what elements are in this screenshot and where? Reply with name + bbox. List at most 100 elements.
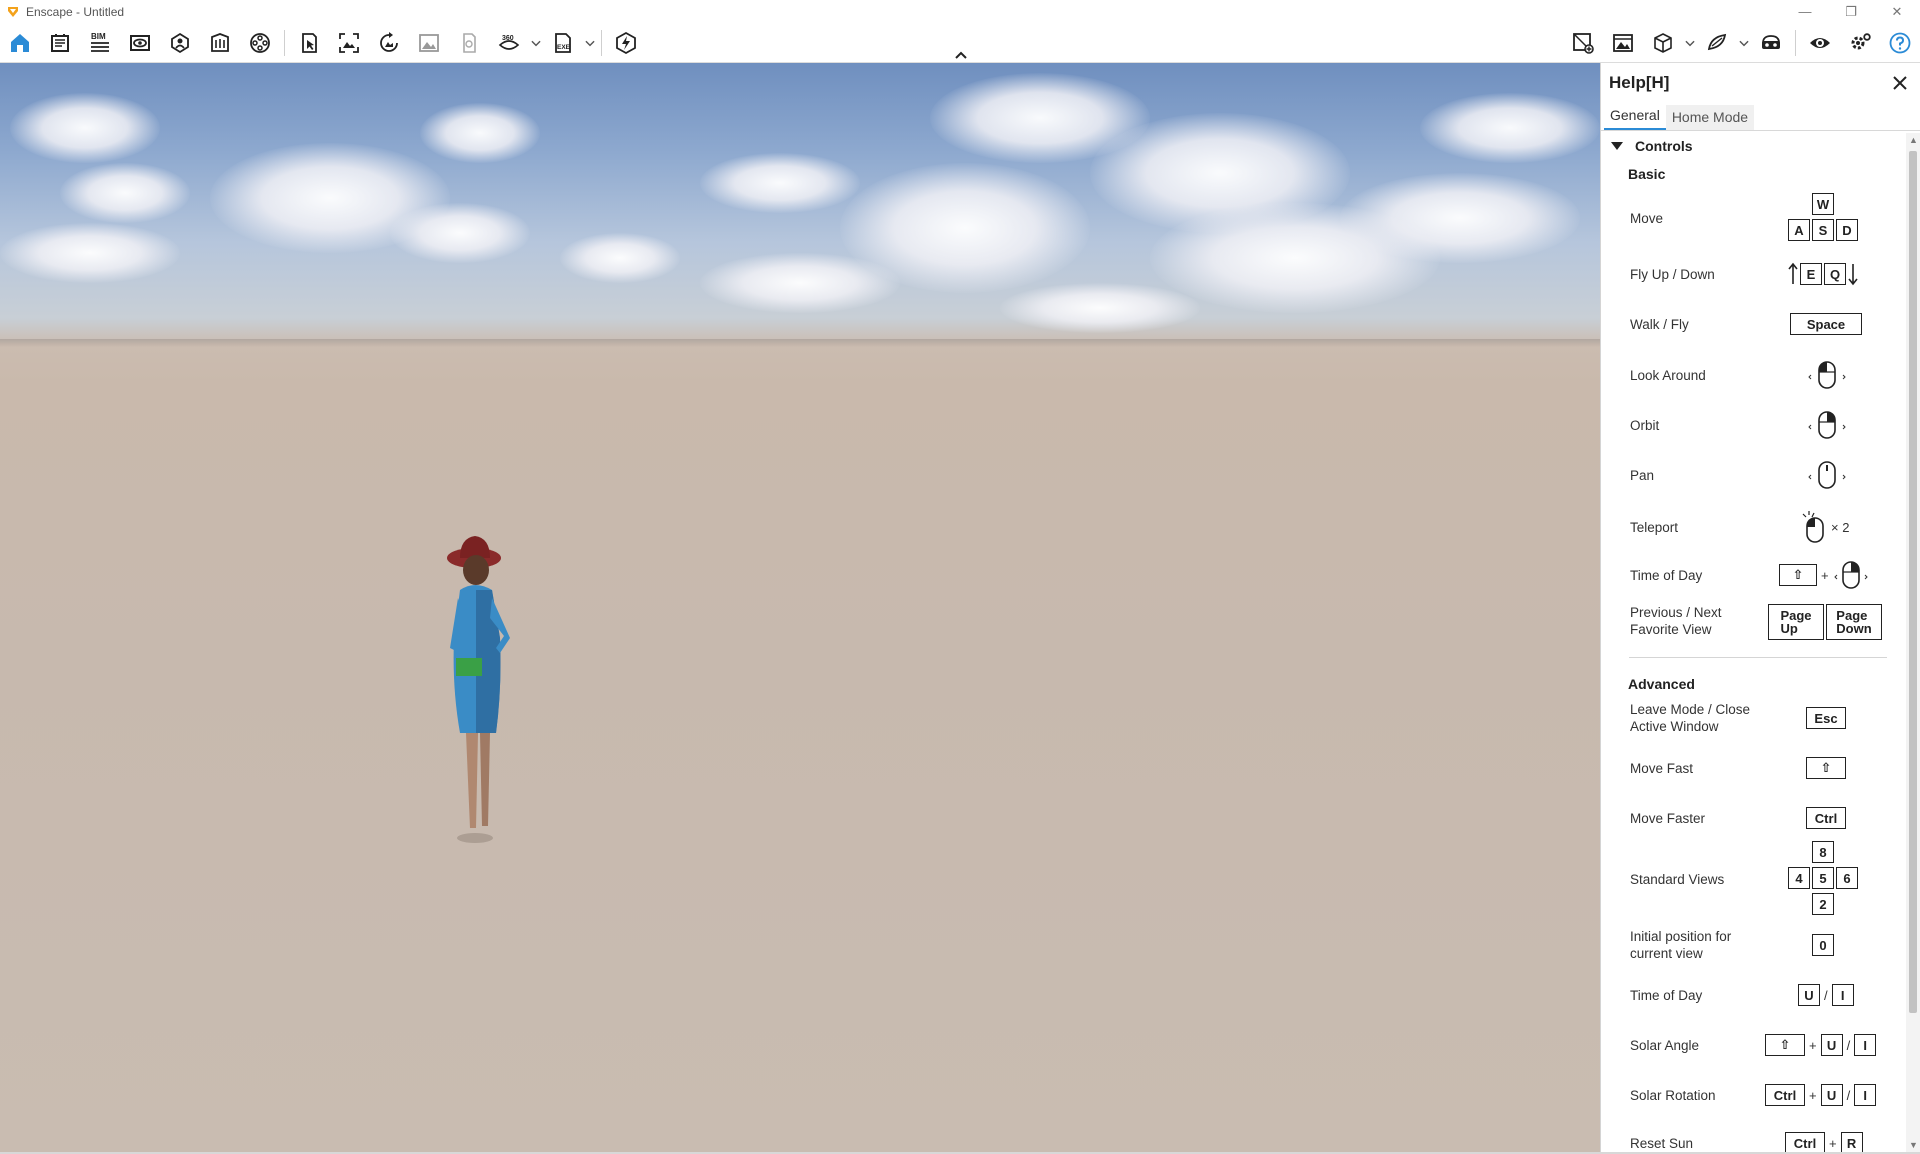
visual-settings-button[interactable]: [1563, 23, 1603, 63]
visibility-button[interactable]: [1800, 23, 1840, 63]
panorama-icon: [463, 33, 476, 53]
asset-library-button[interactable]: [160, 23, 200, 63]
key-e: E: [1800, 263, 1822, 285]
tab-general[interactable]: General: [1604, 107, 1666, 130]
plus-sign: +: [1821, 567, 1829, 583]
key-i: I: [1854, 1034, 1877, 1056]
exe-export-button[interactable]: EXE: [543, 23, 583, 63]
collapse-toolbar-button[interactable]: [950, 48, 972, 62]
right-mouse-drag-icon: [1808, 411, 1846, 439]
arrow-up-icon: [1788, 262, 1798, 284]
chevron-up-icon: [955, 51, 967, 59]
control-row: Time of Day U / I: [1601, 982, 1906, 1008]
image-export-button[interactable]: [409, 23, 449, 63]
key-u: U: [1820, 1084, 1843, 1106]
favorite-view-keys: Page Up Page Down: [1768, 604, 1882, 640]
material-icon: [1707, 33, 1727, 51]
object-button[interactable]: [1643, 23, 1683, 63]
key-ctrl: Ctrl: [1785, 1132, 1825, 1152]
material-dropdown-button[interactable]: [1737, 23, 1751, 63]
cloud: [1000, 283, 1200, 333]
settings-button[interactable]: [1840, 23, 1880, 63]
help-icon: [1889, 32, 1911, 54]
vr-headset-button[interactable]: [1751, 23, 1791, 63]
visibility-icon: [1810, 38, 1830, 48]
panorama-button[interactable]: [449, 23, 489, 63]
control-label: Move Faster: [1630, 810, 1706, 826]
control-row: Pan: [1601, 460, 1906, 490]
slash-separator: /: [1846, 1087, 1851, 1103]
help-header: Help[H]: [1601, 63, 1920, 103]
home-button[interactable]: [0, 23, 40, 63]
control-label: Reset Sun: [1630, 1135, 1694, 1151]
scroll-up-icon[interactable]: ▲: [1909, 135, 1918, 145]
batch-render-button[interactable]: [369, 23, 409, 63]
key-i: I: [1854, 1084, 1877, 1106]
cloud: [420, 103, 540, 163]
scroll-down-icon[interactable]: ▼: [1909, 1140, 1918, 1150]
screenshot-button[interactable]: [329, 23, 369, 63]
live-update-button[interactable]: [606, 23, 646, 63]
lightning-icon: [616, 31, 636, 55]
window-title: Enscape - Untitled: [26, 4, 125, 19]
control-label: Solar Rotation: [1630, 1087, 1716, 1103]
render-view-button[interactable]: [1603, 23, 1643, 63]
screenshot-icon: [339, 33, 359, 53]
left-mouse-drag-icon: [1808, 361, 1846, 389]
basic-heading: Basic: [1628, 166, 1666, 182]
control-label: Previous / Next Favorite View: [1630, 605, 1722, 637]
render-viewport[interactable]: [0, 63, 1600, 1152]
settings-icon: [1851, 33, 1871, 50]
controls-section-toggle[interactable]: Controls: [1601, 133, 1906, 159]
tab-home-mode[interactable]: Home Mode: [1665, 105, 1755, 130]
help-scrollbar[interactable]: ▲ ▼: [1906, 133, 1920, 1152]
minimize-button[interactable]: —: [1782, 0, 1828, 23]
360-export-button[interactable]: 360: [489, 23, 529, 63]
key-ctrl: Ctrl: [1806, 807, 1846, 829]
control-row: Move Faster Ctrl: [1601, 805, 1906, 831]
bim-icon: BIM: [91, 32, 109, 52]
right-mouse-drag-icon: [1833, 561, 1868, 589]
slash-separator: /: [1846, 1037, 1851, 1053]
360-icon: 360: [498, 35, 520, 50]
site-context-button[interactable]: [200, 23, 240, 63]
video-editor-button[interactable]: [240, 23, 280, 63]
object-dropdown-button[interactable]: [1683, 23, 1697, 63]
360-dropdown-button[interactable]: [529, 23, 543, 63]
cloud: [0, 223, 180, 283]
exe-dropdown-button[interactable]: [583, 23, 597, 63]
control-row: Solar Angle ⇧ + U / I: [1601, 1032, 1906, 1058]
eye-view-icon: [130, 35, 150, 51]
middle-mouse-drag-icon: [1808, 461, 1846, 489]
control-label: Orbit: [1630, 417, 1660, 433]
cloud: [390, 203, 530, 263]
key-space: Space: [1790, 313, 1862, 335]
scrollbar-thumb[interactable]: [1909, 151, 1917, 1013]
control-row: Standard Views 8 4 5 6 2: [1601, 841, 1906, 921]
restore-button[interactable]: ❐: [1828, 0, 1874, 23]
key-shift: ⇧: [1779, 564, 1817, 586]
advanced-heading: Advanced: [1628, 676, 1695, 692]
select-button[interactable]: [289, 23, 329, 63]
control-row: Look Around: [1601, 360, 1906, 390]
key-u: U: [1798, 984, 1820, 1006]
key-r: R: [1840, 1132, 1863, 1152]
cloud: [10, 93, 160, 163]
close-window-button[interactable]: ✕: [1874, 0, 1920, 23]
help-button[interactable]: [1880, 23, 1920, 63]
control-label: Pan: [1630, 467, 1655, 483]
material-editor-button[interactable]: [1697, 23, 1737, 63]
control-label: Walk / Fly: [1630, 316, 1689, 332]
rotate-view-icon: [380, 32, 398, 52]
bim-button[interactable]: BIM: [80, 23, 120, 63]
exe-export-icon: EXE: [555, 33, 571, 53]
document-button[interactable]: [40, 23, 80, 63]
control-row: Teleport × 2: [1601, 510, 1906, 544]
key-ctrl: Ctrl: [1765, 1084, 1805, 1106]
key-w: W: [1812, 193, 1834, 215]
toolbar-separator: [601, 30, 602, 56]
double-click-count: × 2: [1831, 519, 1850, 535]
view-management-button[interactable]: [120, 23, 160, 63]
key-page-down: Page Down: [1826, 604, 1882, 640]
close-help-button[interactable]: [1890, 73, 1910, 93]
